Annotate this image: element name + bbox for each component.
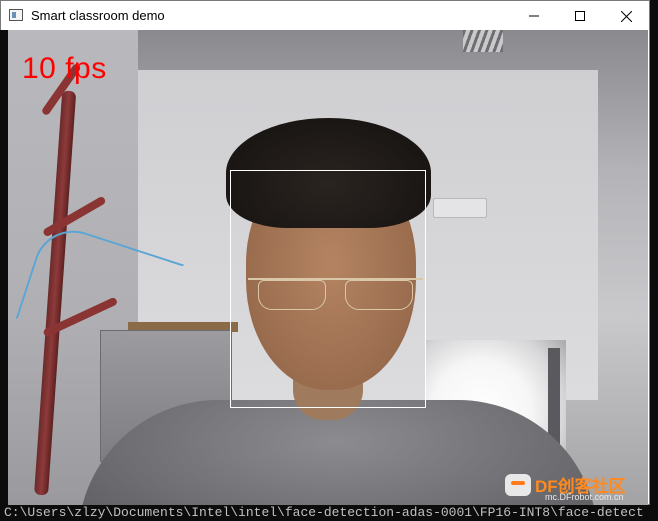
- minimize-button[interactable]: [511, 1, 557, 31]
- camera-video-frame: 10 fps: [8, 30, 648, 505]
- face-detection-box: [230, 170, 426, 408]
- close-button[interactable]: [603, 1, 649, 31]
- window-title: Smart classroom demo: [31, 8, 165, 23]
- title-bar[interactable]: Smart classroom demo: [1, 1, 649, 31]
- console-output: C:\Users\zlzy\Documents\Intel\intel\face…: [0, 505, 658, 521]
- console-background-left: [0, 30, 8, 505]
- maximize-button[interactable]: [557, 1, 603, 31]
- watermark-url: mc.DFrobot.com.cn: [545, 492, 624, 502]
- wall-fixture: [433, 198, 487, 218]
- ceiling-vent: [463, 30, 503, 52]
- maximize-icon: [575, 11, 585, 21]
- fps-counter: 10 fps: [22, 52, 107, 85]
- console-background-right: [650, 0, 658, 505]
- close-icon: [620, 10, 632, 22]
- minimize-icon: [529, 15, 539, 17]
- console-path-line: C:\Users\zlzy\Documents\Intel\intel\face…: [4, 505, 644, 520]
- app-icon: [9, 9, 23, 21]
- robot-logo-icon: [505, 473, 531, 496]
